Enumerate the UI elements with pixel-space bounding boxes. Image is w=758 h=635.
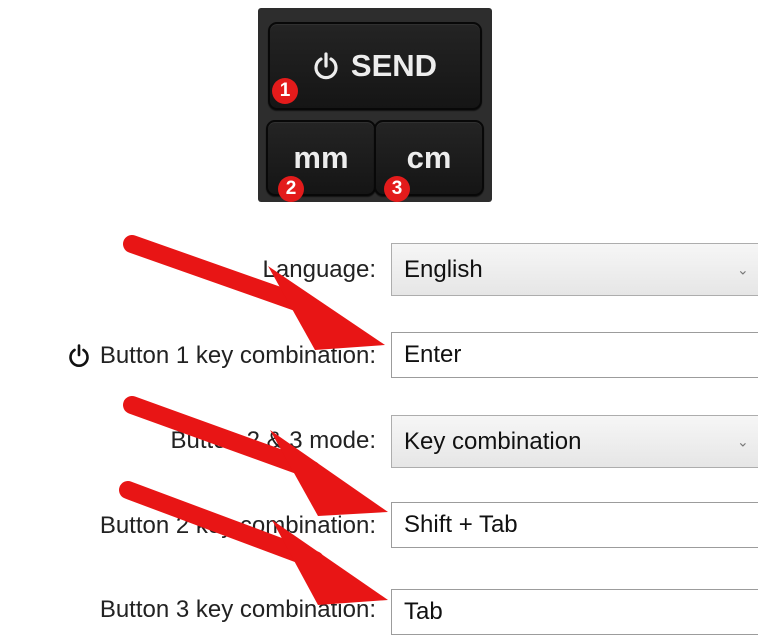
send-label: SEND [350, 48, 438, 83]
power-icon [68, 344, 90, 368]
button3-key-field[interactable]: Tab [391, 589, 758, 635]
mm-label: mm [293, 140, 349, 175]
chevron-down-icon: ⌄ [737, 433, 749, 449]
mode-value: Key combination [404, 427, 582, 455]
button2-key-field[interactable]: Shift + Tab [391, 502, 758, 548]
button1-label: Button 1 key combination: [99, 342, 376, 369]
chevron-down-icon: ⌄ [737, 261, 749, 277]
language-label: Language: [262, 256, 376, 283]
cm-label: cm [406, 140, 452, 175]
mode-select[interactable]: Key combination ⌄ [391, 415, 758, 468]
button3-label: Button 3 key combination: [99, 596, 376, 623]
language-select[interactable]: English ⌄ [391, 243, 758, 296]
badge-2: 2 [278, 176, 304, 202]
send-button[interactable]: SEND [268, 22, 482, 110]
badge-3: 3 [384, 176, 410, 202]
device-panel: SEND mm cm 1 2 3 [258, 8, 492, 202]
button2-label: Button 2 key combination: [99, 512, 376, 539]
button1-key-field[interactable]: Enter [391, 332, 758, 378]
button2-value: Shift + Tab [404, 511, 518, 538]
button1-value: Enter [404, 341, 462, 368]
arrow-to-button3-field [119, 481, 388, 605]
arrow-to-button2-field [123, 396, 388, 516]
button3-value: Tab [404, 598, 443, 625]
badge-1: 1 [272, 78, 298, 104]
language-value: English [404, 255, 483, 283]
mode-label: Button 2 & 3 mode: [170, 427, 376, 454]
button1-label-row: Button 1 key combination: [68, 342, 376, 370]
power-icon [313, 52, 339, 80]
